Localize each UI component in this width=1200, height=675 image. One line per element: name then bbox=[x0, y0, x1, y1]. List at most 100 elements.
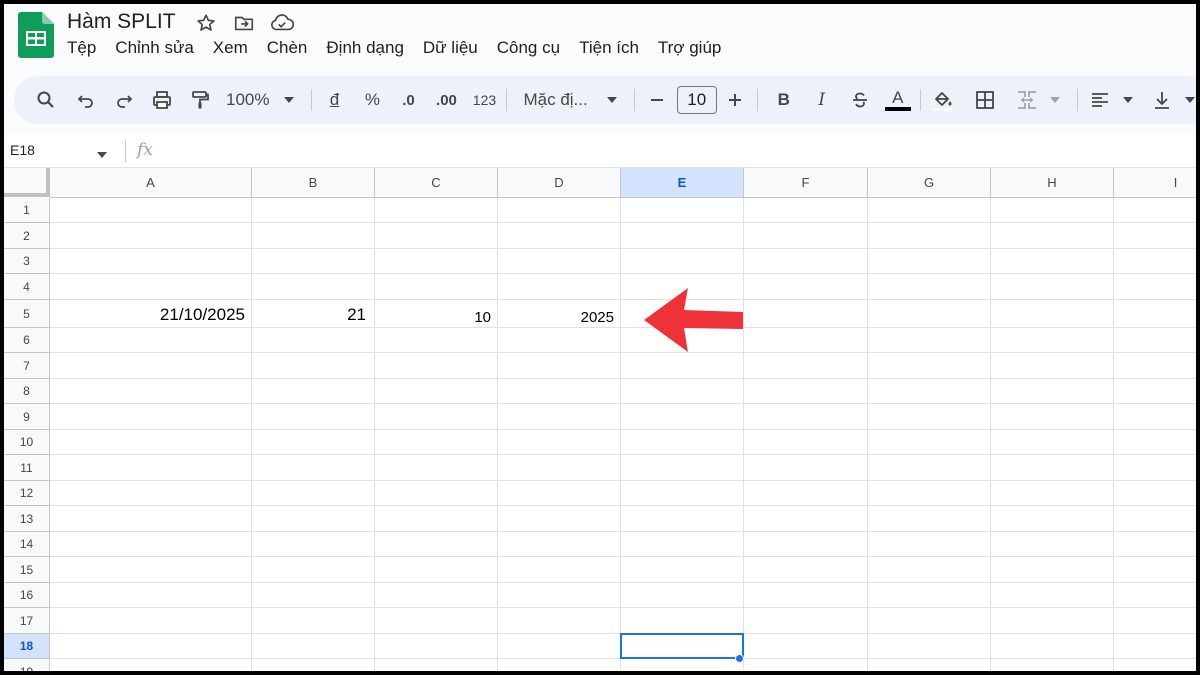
font-size-input[interactable]: 10 bbox=[676, 86, 717, 114]
spreadsheet-grid[interactable]: A B C D E F G H I 1 2 3 4 5 6 7 8 9 10 1… bbox=[4, 168, 1196, 671]
text-color-button[interactable]: A bbox=[884, 84, 912, 116]
row-header[interactable]: 5 bbox=[4, 300, 50, 328]
toolbar-divider bbox=[506, 89, 508, 111]
cell-d5[interactable]: 2025 bbox=[544, 309, 614, 326]
row-header[interactable]: 12 bbox=[4, 481, 50, 506]
cloud-saved-icon[interactable] bbox=[270, 11, 294, 35]
row-header[interactable]: 15 bbox=[4, 557, 50, 583]
toolbar-divider bbox=[1076, 89, 1078, 111]
document-title[interactable]: Hàm SPLIT bbox=[67, 10, 176, 34]
chevron-down-icon[interactable] bbox=[275, 84, 303, 116]
gridline bbox=[50, 248, 1196, 249]
menu-view[interactable]: Xem bbox=[213, 38, 248, 58]
paint-format-icon[interactable] bbox=[186, 84, 214, 116]
select-all-corner[interactable] bbox=[4, 168, 50, 197]
row-header[interactable]: 11 bbox=[4, 455, 50, 481]
menu-file[interactable]: Tệp bbox=[67, 38, 96, 58]
row-header[interactable]: 17 bbox=[4, 608, 50, 634]
strikethrough-icon[interactable] bbox=[846, 84, 874, 116]
text-color-label: A bbox=[892, 88, 904, 107]
menu-help[interactable]: Trợ giúp bbox=[658, 38, 721, 58]
gridline bbox=[374, 198, 375, 671]
merge-cells-icon[interactable] bbox=[1013, 84, 1041, 116]
font-select[interactable]: Mặc đị... bbox=[523, 84, 587, 116]
menu-tools[interactable]: Công cụ bbox=[497, 38, 560, 58]
text-color-swatch bbox=[884, 107, 911, 111]
horizontal-align-icon[interactable] bbox=[1086, 84, 1114, 116]
row-header[interactable]: 14 bbox=[4, 532, 50, 557]
gridline bbox=[50, 403, 1196, 404]
row-header[interactable]: 1 bbox=[4, 198, 50, 223]
chevron-down-icon[interactable] bbox=[1114, 84, 1142, 116]
gridline bbox=[620, 198, 621, 671]
selected-cell-e18[interactable] bbox=[620, 633, 744, 659]
row-header[interactable]: 19 bbox=[4, 659, 50, 671]
currency-format-button[interactable]: đ bbox=[320, 84, 348, 116]
annotation-arrow-icon bbox=[644, 288, 744, 357]
row-header[interactable]: 9 bbox=[4, 404, 50, 430]
gridline bbox=[50, 299, 1196, 300]
gridline bbox=[50, 222, 1196, 223]
chevron-down-icon[interactable] bbox=[1041, 84, 1069, 116]
row-header[interactable]: 8 bbox=[4, 379, 50, 404]
cell-a5[interactable]: 21/10/2025 bbox=[104, 305, 245, 325]
decrease-font-size-icon[interactable] bbox=[643, 84, 671, 116]
zoom-select[interactable]: 100% bbox=[226, 84, 269, 116]
undo-icon[interactable] bbox=[72, 84, 100, 116]
menu-extensions[interactable]: Tiện ích bbox=[579, 38, 639, 58]
gridline bbox=[50, 352, 1196, 353]
row-header[interactable]: 10 bbox=[4, 430, 50, 455]
chevron-down-icon[interactable] bbox=[598, 84, 626, 116]
column-header-a[interactable]: A bbox=[50, 168, 252, 198]
column-header-e[interactable]: E bbox=[621, 168, 744, 198]
column-header-f[interactable]: F bbox=[744, 168, 868, 198]
row-header[interactable]: 2 bbox=[4, 223, 50, 249]
italic-button[interactable]: I bbox=[808, 84, 836, 116]
chevron-down-icon[interactable] bbox=[1176, 84, 1196, 116]
menu-edit[interactable]: Chỉnh sửa bbox=[115, 38, 193, 58]
print-icon[interactable] bbox=[148, 84, 176, 116]
row-header[interactable]: 3 bbox=[4, 249, 50, 274]
move-to-folder-icon[interactable] bbox=[232, 11, 256, 35]
column-header-i[interactable]: I bbox=[1114, 168, 1196, 198]
column-header-b[interactable]: B bbox=[252, 168, 375, 198]
star-icon[interactable] bbox=[194, 11, 218, 35]
fill-handle[interactable] bbox=[735, 654, 744, 663]
column-header-h[interactable]: H bbox=[991, 168, 1114, 198]
bold-button[interactable]: B bbox=[770, 84, 798, 116]
row-header[interactable]: 4 bbox=[4, 274, 50, 300]
gridline bbox=[743, 198, 744, 671]
vertical-align-icon[interactable] bbox=[1148, 84, 1176, 116]
menu-data[interactable]: Dữ liệu bbox=[423, 38, 478, 58]
name-box[interactable]: E18 bbox=[10, 142, 35, 158]
fill-color-icon[interactable] bbox=[929, 84, 957, 116]
redo-icon[interactable] bbox=[110, 84, 138, 116]
increase-font-size-icon[interactable] bbox=[721, 84, 749, 116]
search-menus-icon[interactable] bbox=[32, 84, 60, 116]
gridline bbox=[50, 480, 1196, 481]
gridline bbox=[50, 531, 1196, 532]
gridline bbox=[497, 198, 498, 671]
cell-b5[interactable]: 21 bbox=[304, 305, 366, 325]
percent-format-button[interactable]: % bbox=[358, 84, 386, 116]
formula-bar-divider bbox=[125, 140, 126, 162]
row-header[interactable]: 13 bbox=[4, 506, 50, 532]
sheets-logo-icon[interactable] bbox=[18, 12, 54, 58]
app-window: Hàm SPLIT Tệp Chỉnh sửa Xem Chèn Định dạ… bbox=[4, 4, 1196, 671]
more-formats-button[interactable]: 123 bbox=[470, 84, 498, 116]
row-header[interactable]: 6 bbox=[4, 328, 50, 353]
menu-insert[interactable]: Chèn bbox=[267, 38, 308, 58]
row-header[interactable]: 16 bbox=[4, 583, 50, 608]
row-header-selected[interactable]: 18 bbox=[4, 634, 50, 659]
increase-decimal-button[interactable]: .00 bbox=[432, 84, 460, 116]
chevron-down-icon[interactable] bbox=[96, 147, 108, 165]
column-header-c[interactable]: C bbox=[375, 168, 498, 198]
gridline bbox=[50, 556, 1196, 557]
borders-icon[interactable] bbox=[971, 84, 999, 116]
cell-c5[interactable]: 10 bbox=[424, 309, 491, 326]
column-header-d[interactable]: D bbox=[498, 168, 621, 198]
menu-format[interactable]: Định dạng bbox=[326, 38, 404, 58]
decrease-decimal-button[interactable]: .0 bbox=[394, 84, 422, 116]
column-header-g[interactable]: G bbox=[868, 168, 991, 198]
row-header[interactable]: 7 bbox=[4, 353, 50, 379]
